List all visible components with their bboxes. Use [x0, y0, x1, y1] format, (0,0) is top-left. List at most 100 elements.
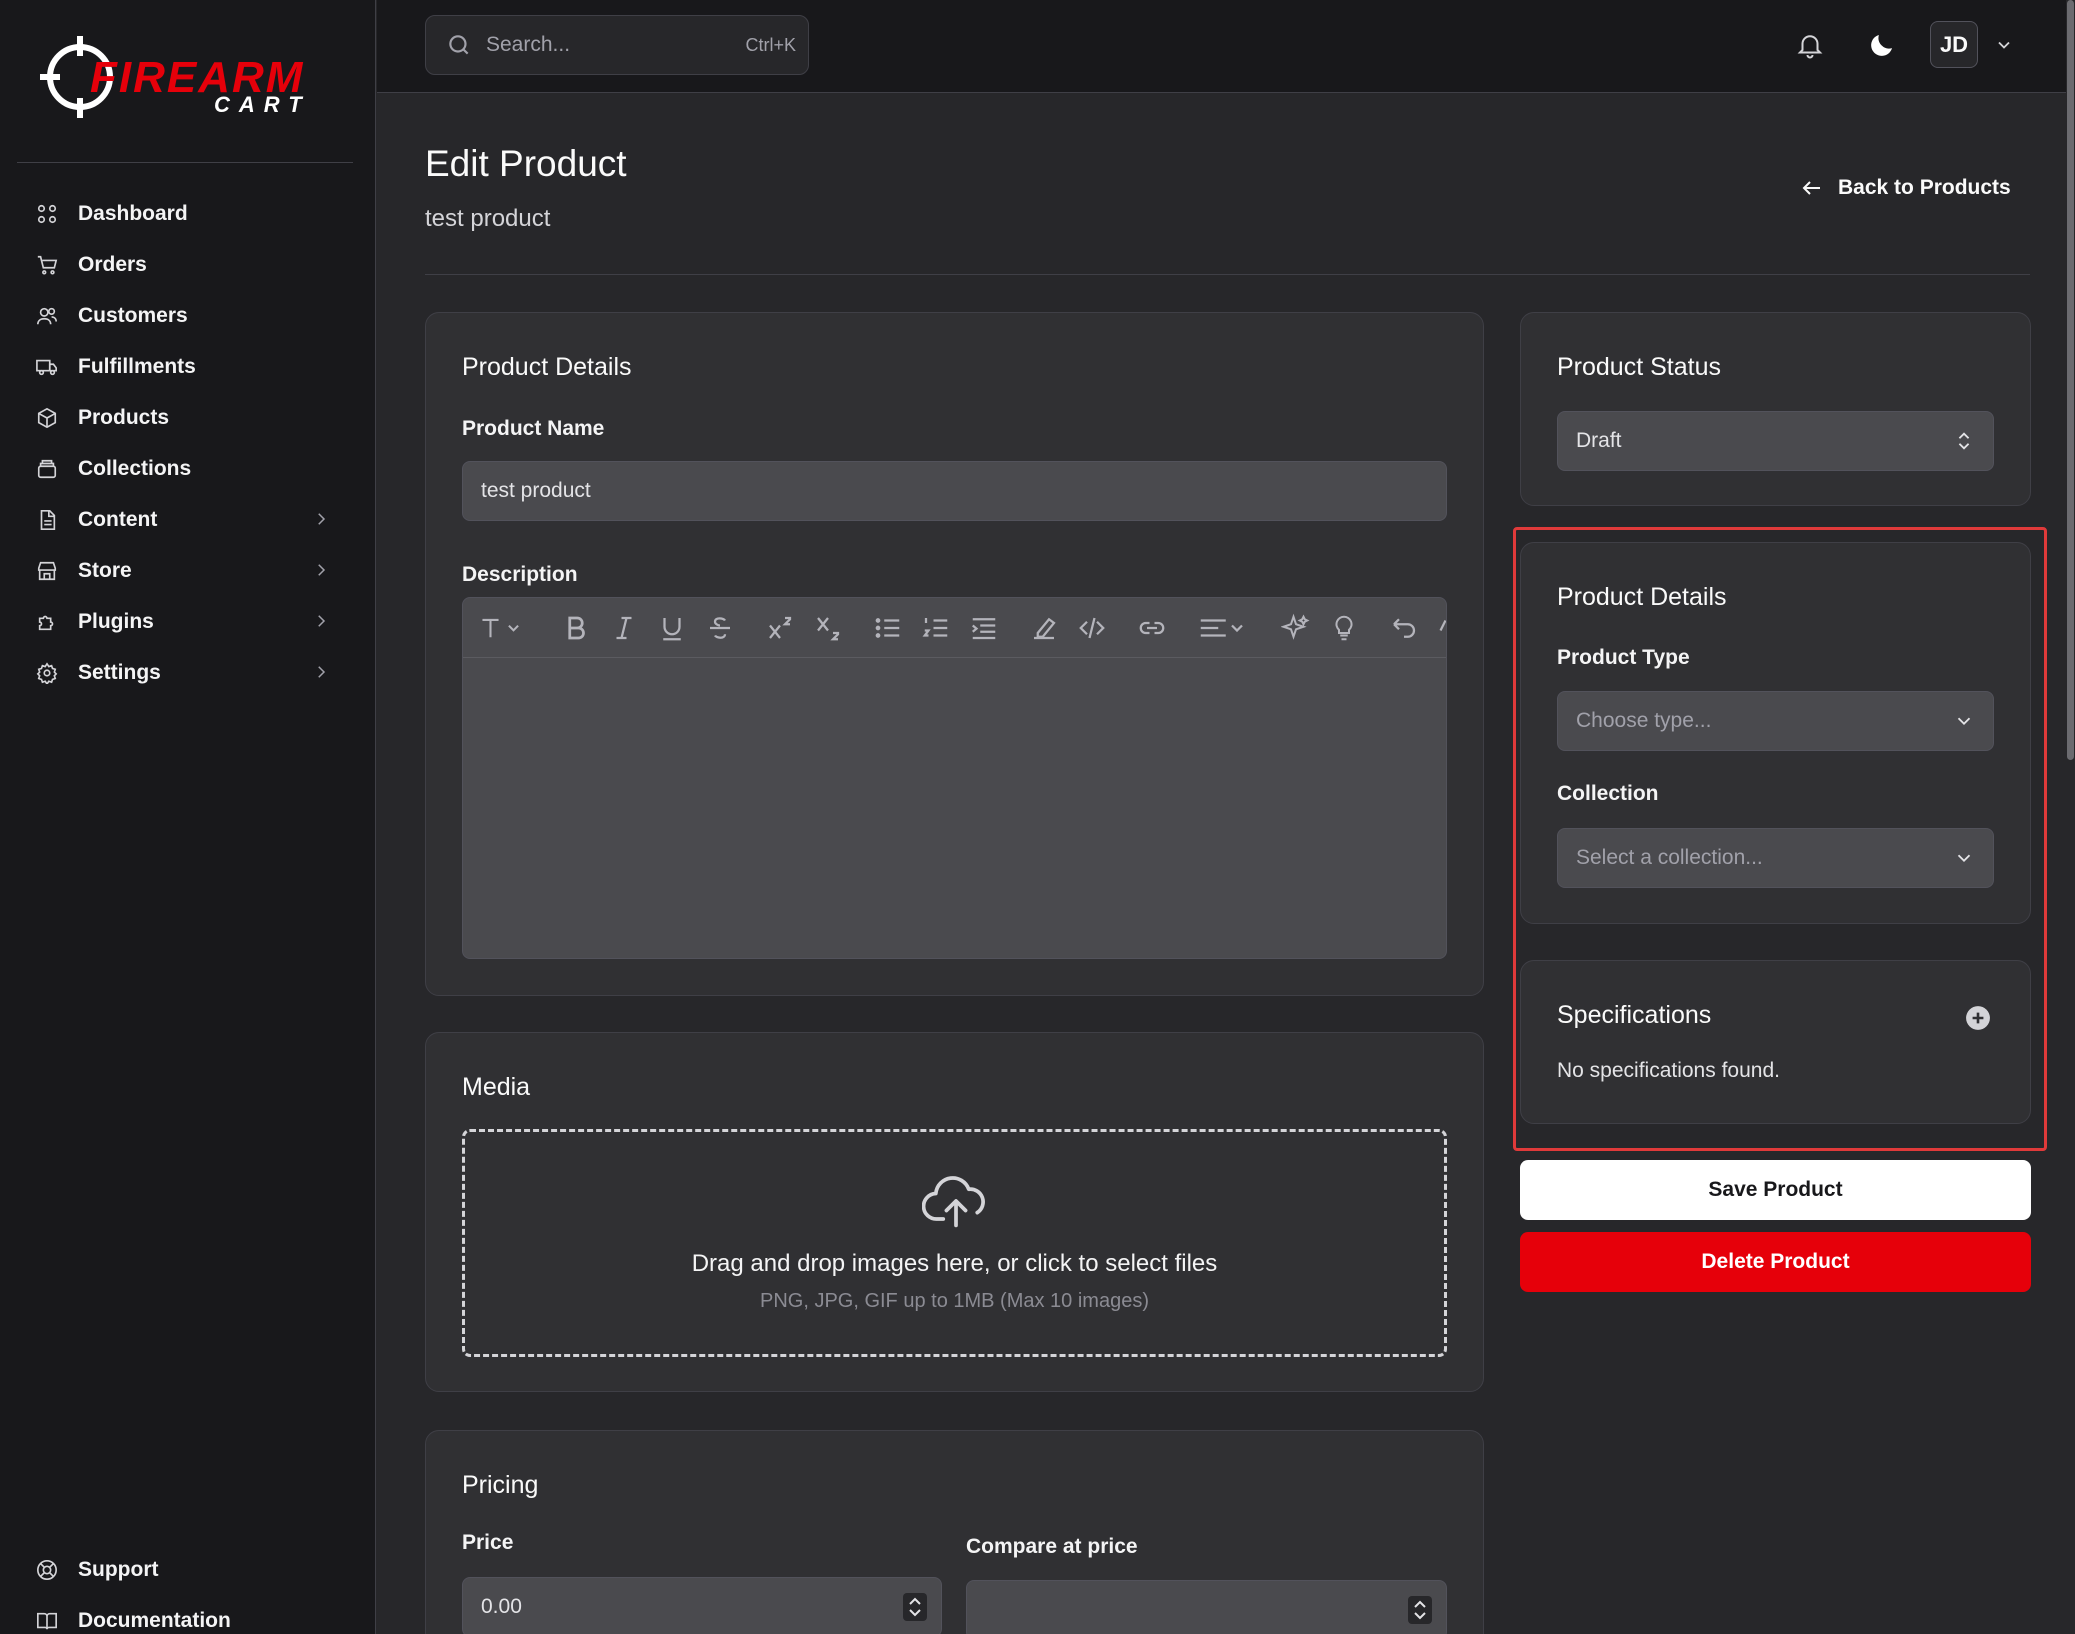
link-icon[interactable]: [1137, 613, 1167, 643]
media-card: Media Drag and drop images here, or clic…: [425, 1032, 1484, 1392]
sidebar-item-label: Dashboard: [78, 201, 188, 225]
sidebar-item-label: Plugins: [78, 609, 154, 633]
superscript-icon[interactable]: [765, 613, 795, 643]
compare-price-label: Compare at price: [966, 1535, 1138, 1558]
archive-icon: [37, 459, 57, 478]
card-title: Product Details: [462, 353, 632, 381]
bold-icon[interactable]: [561, 613, 591, 643]
indent-icon[interactable]: [969, 613, 999, 643]
lifebuoy-icon: [37, 1559, 57, 1580]
search-placeholder: Search...: [486, 33, 571, 56]
gear-icon: [36, 661, 58, 684]
text-align-icon[interactable]: [1197, 613, 1247, 643]
editor-content[interactable]: [463, 659, 1446, 958]
chevron-right-icon: [318, 666, 326, 678]
chevron-right-icon: [318, 564, 326, 576]
sidebar-item-label: Support: [78, 1557, 159, 1581]
top-header: Search... Ctrl+K JD: [377, 0, 2075, 93]
sidebar: FIREARM CART Dashboard Orders Customers …: [0, 0, 376, 1634]
redo-icon[interactable]: [1437, 613, 1447, 643]
dropzone-hint: PNG, JPG, GIF up to 1MB (Max 10 images): [759, 1290, 1149, 1312]
editor-toolbar: [463, 598, 1446, 658]
moon-icon[interactable]: [1867, 30, 1897, 60]
search-input[interactable]: Search... Ctrl+K: [425, 15, 809, 75]
sidebar-item-label: Documentation: [78, 1608, 231, 1632]
sidebar-item-dashboard[interactable]: Dashboard: [20, 188, 342, 239]
sidebar-item-content[interactable]: Content: [20, 494, 342, 545]
book-icon: [37, 1612, 57, 1629]
scrollbar-thumb[interactable]: [2067, 0, 2074, 760]
dropzone-text: Drag and drop images here, or click to s…: [691, 1250, 1218, 1277]
sidebar-item-products[interactable]: Products: [20, 392, 342, 443]
highlight-box: [1513, 527, 2047, 1151]
users-icon: [37, 307, 57, 324]
italic-icon[interactable]: [609, 613, 639, 643]
product-name-label: Product Name: [462, 417, 605, 440]
price-input[interactable]: 0.00: [462, 1577, 942, 1634]
numbered-list-icon[interactable]: [921, 613, 951, 643]
sidebar-item-settings[interactable]: Settings: [20, 647, 342, 698]
back-link-label: Back to Products: [1838, 176, 2011, 199]
chevron-right-icon: [318, 615, 326, 627]
back-to-products-link[interactable]: Back to Products: [1800, 176, 2011, 200]
underline-icon[interactable]: [657, 613, 687, 643]
svg-text:CART: CART: [214, 92, 311, 117]
description-label: Description: [462, 563, 578, 586]
truck-icon: [36, 359, 57, 375]
card-title: Pricing: [462, 1471, 539, 1499]
avatar[interactable]: JD: [1930, 21, 1978, 68]
card-title: Product Status: [1557, 353, 1721, 381]
chevron-right-icon: [318, 513, 326, 525]
page-divider: [425, 274, 2030, 275]
search-shortcut: Ctrl+K: [745, 35, 796, 55]
sidebar-item-plugins[interactable]: Plugins: [20, 596, 342, 647]
bullet-list-icon[interactable]: [873, 613, 903, 643]
product-details-card: Product Details Product Name test produc…: [425, 312, 1484, 996]
sidebar-item-store[interactable]: Store: [20, 545, 342, 596]
sidebar-bottom-nav: Support Documentation: [20, 1544, 342, 1634]
lightbulb-icon[interactable]: [1329, 613, 1359, 643]
sidebar-item-label: Customers: [78, 303, 188, 327]
number-stepper-icon[interactable]: [903, 1593, 927, 1621]
puzzle-icon: [38, 615, 54, 630]
delete-product-button[interactable]: Delete Product: [1520, 1232, 2031, 1292]
code-icon[interactable]: [1077, 613, 1107, 643]
strikethrough-icon[interactable]: [705, 613, 735, 643]
text-style-icon[interactable]: [479, 613, 525, 643]
sidebar-item-collections[interactable]: Collections: [20, 443, 342, 494]
sidebar-item-customers[interactable]: Customers: [20, 290, 342, 341]
compare-price-input[interactable]: [966, 1580, 1447, 1634]
card-title: Media: [462, 1073, 531, 1101]
firearm-cart-logo[interactable]: FIREARM CART: [38, 32, 328, 122]
price-label: Price: [462, 1531, 514, 1554]
status-select[interactable]: Draft: [1557, 411, 1994, 471]
product-status-card: Product Status Draft: [1520, 312, 2031, 506]
chevrons-up-down-icon: [1958, 432, 1970, 450]
sidebar-item-fulfillments[interactable]: Fulfillments: [20, 341, 342, 392]
sparkles-icon[interactable]: [1281, 613, 1311, 643]
sidebar-item-label: Collections: [78, 456, 192, 480]
sidebar-item-label: Settings: [78, 660, 161, 684]
bell-icon[interactable]: [1795, 30, 1825, 60]
sidebar-item-label: Orders: [78, 252, 147, 276]
save-product-button[interactable]: Save Product: [1520, 1160, 2031, 1220]
sidebar-item-documentation[interactable]: Documentation: [20, 1595, 342, 1634]
product-name-input[interactable]: test product: [462, 461, 1447, 521]
chevron-down-icon[interactable]: [1994, 35, 2014, 55]
sidebar-item-label: Store: [78, 558, 132, 582]
subscript-icon[interactable]: [813, 613, 843, 643]
box-icon: [37, 407, 57, 428]
sidebar-divider: [17, 162, 353, 163]
highlighter-icon[interactable]: [1029, 613, 1059, 643]
sidebar-item-support[interactable]: Support: [20, 1544, 342, 1595]
price-value: 0.00: [481, 1595, 522, 1618]
sidebar-item-orders[interactable]: Orders: [20, 239, 342, 290]
cart-icon: [37, 255, 58, 275]
search-icon: [449, 35, 469, 55]
sidebar-item-label: Content: [78, 507, 158, 531]
number-stepper-icon[interactable]: [1408, 1596, 1432, 1624]
status-value: Draft: [1576, 429, 1622, 452]
arrow-left-icon: [1802, 181, 1820, 195]
undo-icon[interactable]: [1389, 613, 1419, 643]
image-dropzone[interactable]: Drag and drop images here, or click to s…: [462, 1129, 1447, 1357]
